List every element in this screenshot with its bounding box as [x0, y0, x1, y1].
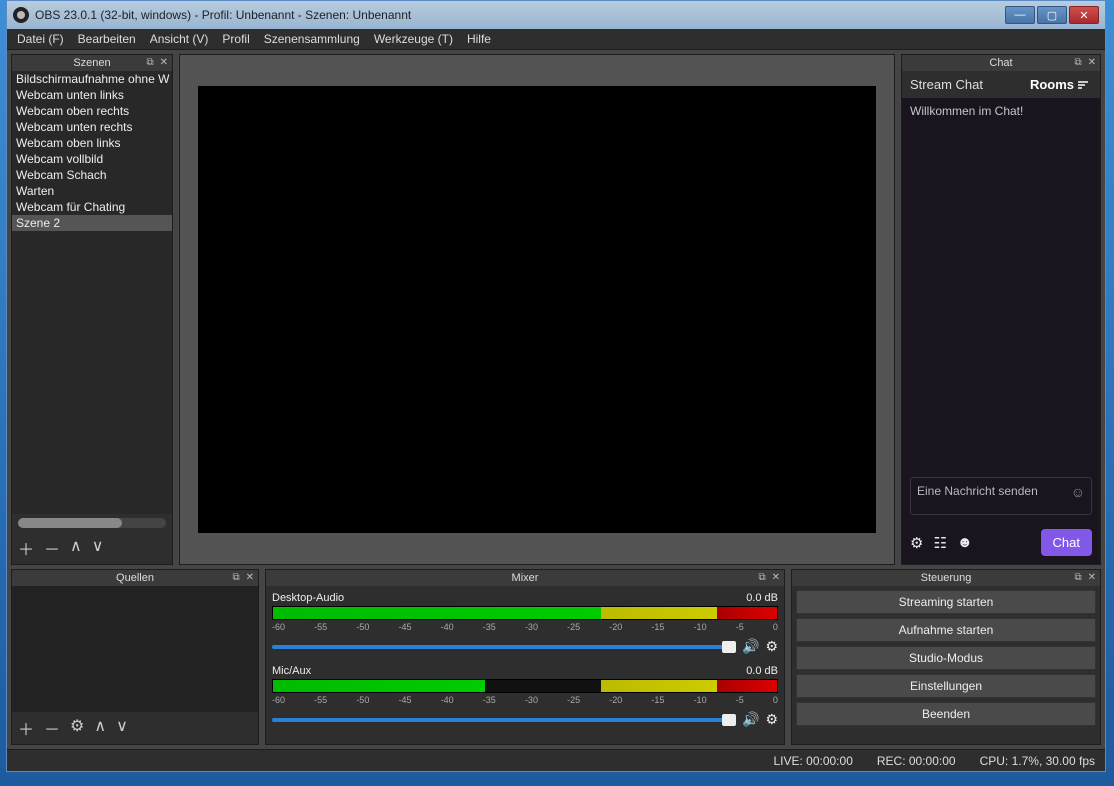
control-button[interactable]: Streaming starten: [796, 590, 1096, 614]
status-rec: REC: 00:00:00: [877, 754, 956, 768]
chat-input[interactable]: Eine Nachricht senden ☺: [910, 477, 1092, 515]
mixer-panel: Mixer ⧉✕ Desktop-Audio0.0 dB -60-55-50-4…: [265, 569, 785, 745]
preview-canvas[interactable]: [198, 86, 876, 534]
menu-edit[interactable]: Bearbeiten: [78, 32, 136, 46]
scene-item[interactable]: Webcam vollbild: [12, 151, 172, 167]
close-icon[interactable]: ✕: [772, 572, 780, 583]
app-icon: [13, 7, 29, 23]
undock-icon[interactable]: ⧉: [758, 572, 765, 583]
track-name: Desktop-Audio: [272, 592, 344, 604]
status-bar: LIVE: 00:00:00 REC: 00:00:00 CPU: 1.7%, …: [7, 749, 1105, 771]
mixer-body: Desktop-Audio0.0 dB -60-55-50-45-40-35-3…: [266, 586, 784, 744]
close-icon[interactable]: ✕: [1088, 57, 1096, 68]
scene-list[interactable]: Bildschirmaufnahme ohne WWebcam unten li…: [12, 71, 172, 514]
panel-title: Chat ⧉✕: [902, 55, 1100, 71]
add-icon[interactable]: ＋: [18, 716, 34, 740]
undock-icon[interactable]: ⧉: [146, 57, 153, 68]
close-icon[interactable]: ✕: [1088, 572, 1096, 583]
preview-panel: [179, 54, 895, 565]
volume-slider[interactable]: [272, 718, 736, 722]
track-name: Mic/Aux: [272, 665, 311, 677]
window-title: OBS 23.0.1 (32-bit, windows) - Profil: U…: [35, 8, 411, 22]
add-icon[interactable]: ＋: [18, 536, 34, 560]
close-button[interactable]: ✕: [1069, 6, 1099, 24]
move-up-icon[interactable]: ∧: [94, 716, 106, 740]
move-down-icon[interactable]: ∨: [92, 536, 104, 560]
maximize-button[interactable]: ▢: [1037, 6, 1067, 24]
scene-item[interactable]: Webcam unten links: [12, 87, 172, 103]
audio-meter: [272, 606, 778, 620]
menu-view[interactable]: Ansicht (V): [150, 32, 209, 46]
undock-icon[interactable]: ⧉: [1074, 57, 1081, 68]
control-button[interactable]: Studio-Modus: [796, 646, 1096, 670]
rooms-dropdown[interactable]: Rooms: [1030, 77, 1092, 92]
status-cpu: CPU: 1.7%, 30.00 fps: [980, 754, 1095, 768]
track-db: 0.0 dB: [746, 592, 778, 604]
speaker-icon[interactable]: 🔊: [742, 638, 759, 655]
move-up-icon[interactable]: ∧: [70, 536, 82, 560]
sort-icon: [1078, 80, 1092, 90]
controls-body: Streaming starten Aufnahme starten Studio-…: [792, 586, 1100, 730]
minimize-button[interactable]: —: [1005, 6, 1035, 24]
scene-item[interactable]: Webcam oben links: [12, 135, 172, 151]
chat-send-button[interactable]: Chat: [1041, 529, 1092, 556]
application-window: OBS 23.0.1 (32-bit, windows) - Profil: U…: [6, 0, 1106, 772]
speaker-icon[interactable]: 🔊: [742, 711, 759, 728]
status-live: LIVE: 00:00:00: [773, 754, 852, 768]
scene-item[interactable]: Webcam Schach: [12, 167, 172, 183]
remove-icon[interactable]: －: [44, 536, 60, 560]
volume-slider[interactable]: [272, 645, 736, 649]
scene-item[interactable]: Bildschirmaufnahme ohne W: [12, 71, 172, 87]
undock-icon[interactable]: ⧉: [1074, 572, 1081, 583]
scene-item[interactable]: Webcam unten rechts: [12, 119, 172, 135]
viewers-icon[interactable]: ☷: [933, 534, 946, 552]
scene-item[interactable]: Warten: [12, 183, 172, 199]
scene-item[interactable]: Szene 2: [12, 215, 172, 231]
sources-list[interactable]: [12, 586, 258, 712]
close-icon[interactable]: ✕: [160, 57, 168, 68]
scene-item[interactable]: Webcam für Chating: [12, 199, 172, 215]
menu-tools[interactable]: Werkzeuge (T): [374, 32, 453, 46]
menu-bar: Datei (F) Bearbeiten Ansicht (V) Profil …: [7, 29, 1105, 50]
menu-profile[interactable]: Profil: [222, 32, 249, 46]
menu-file[interactable]: Datei (F): [17, 32, 64, 46]
stream-chat-tab[interactable]: Stream Chat: [910, 77, 983, 92]
track-db: 0.0 dB: [746, 665, 778, 677]
audio-meter: [272, 679, 778, 693]
control-button[interactable]: Aufnahme starten: [796, 618, 1096, 642]
gear-icon[interactable]: ⚙: [70, 716, 84, 740]
scene-item[interactable]: Webcam oben rechts: [12, 103, 172, 119]
chat-panel: Chat ⧉ ✕ Stream Chat Rooms Willkommen im …: [901, 54, 1101, 565]
remove-icon[interactable]: －: [44, 716, 60, 740]
chat-welcome: Willkommen im Chat!: [910, 104, 1092, 118]
undock-icon[interactable]: ⧉: [232, 572, 239, 583]
close-icon[interactable]: ✕: [246, 572, 254, 583]
control-button[interactable]: Einstellungen: [796, 674, 1096, 698]
scrollbar[interactable]: [18, 518, 166, 528]
move-down-icon[interactable]: ∨: [116, 716, 128, 740]
smile-icon[interactable]: ☻: [957, 534, 973, 551]
menu-help[interactable]: Hilfe: [467, 32, 491, 46]
controls-panel: Steuerung ⧉✕ Streaming startenAufnahme s…: [791, 569, 1101, 745]
panel-title: Szenen ⧉✕: [12, 55, 172, 71]
gear-icon[interactable]: ⚙: [765, 638, 778, 655]
sources-panel: Quellen ⧉✕ ＋ － ⚙ ∧ ∨: [11, 569, 259, 745]
control-button[interactable]: Beenden: [796, 702, 1096, 726]
scenes-panel: Szenen ⧉✕ Bildschirmaufnahme ohne WWebca…: [11, 54, 173, 565]
gear-icon[interactable]: ⚙: [765, 711, 778, 728]
gear-icon[interactable]: ⚙: [910, 534, 923, 552]
window-titlebar[interactable]: OBS 23.0.1 (32-bit, windows) - Profil: U…: [7, 1, 1105, 29]
emoji-icon[interactable]: ☺: [1071, 484, 1085, 500]
menu-scenecollection[interactable]: Szenensammlung: [264, 32, 360, 46]
